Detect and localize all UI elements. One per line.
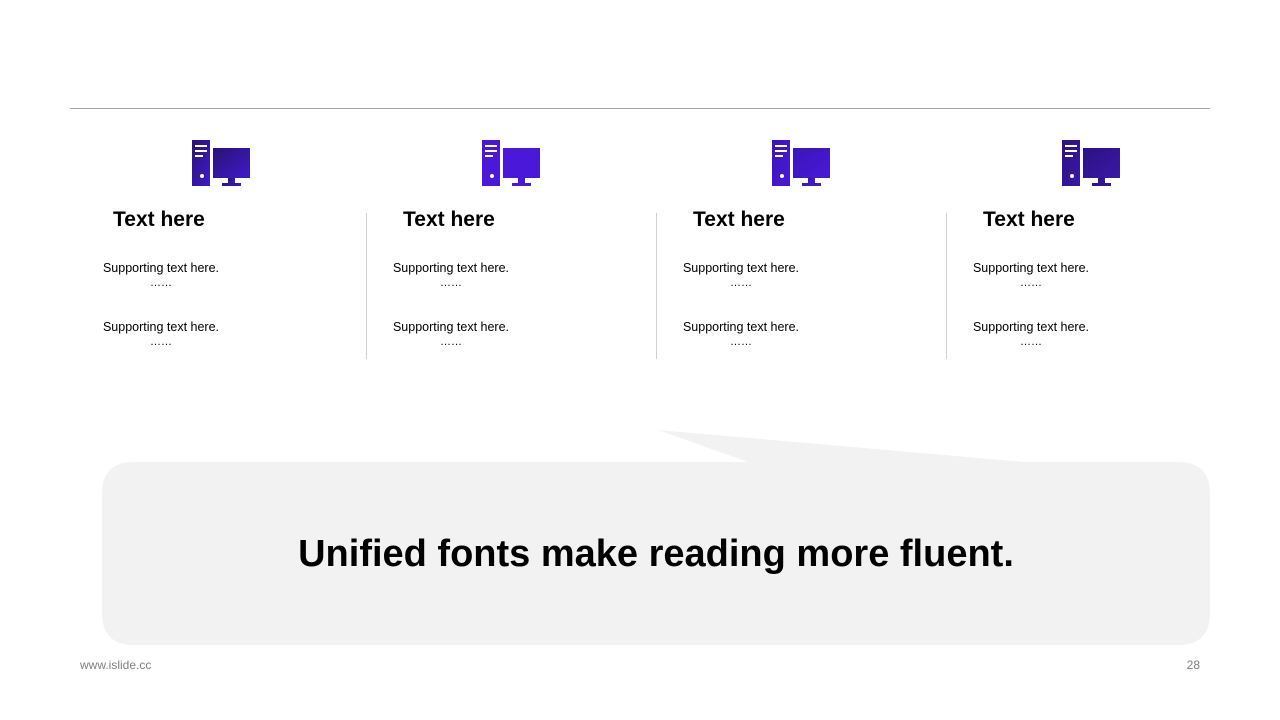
footer-website-url: www.islide.cc <box>80 658 152 672</box>
page-number: 28 <box>1186 658 1200 672</box>
speech-bubble-callout <box>102 430 1210 645</box>
callout-headline: Unified fonts make reading more fluent. <box>298 533 1014 575</box>
